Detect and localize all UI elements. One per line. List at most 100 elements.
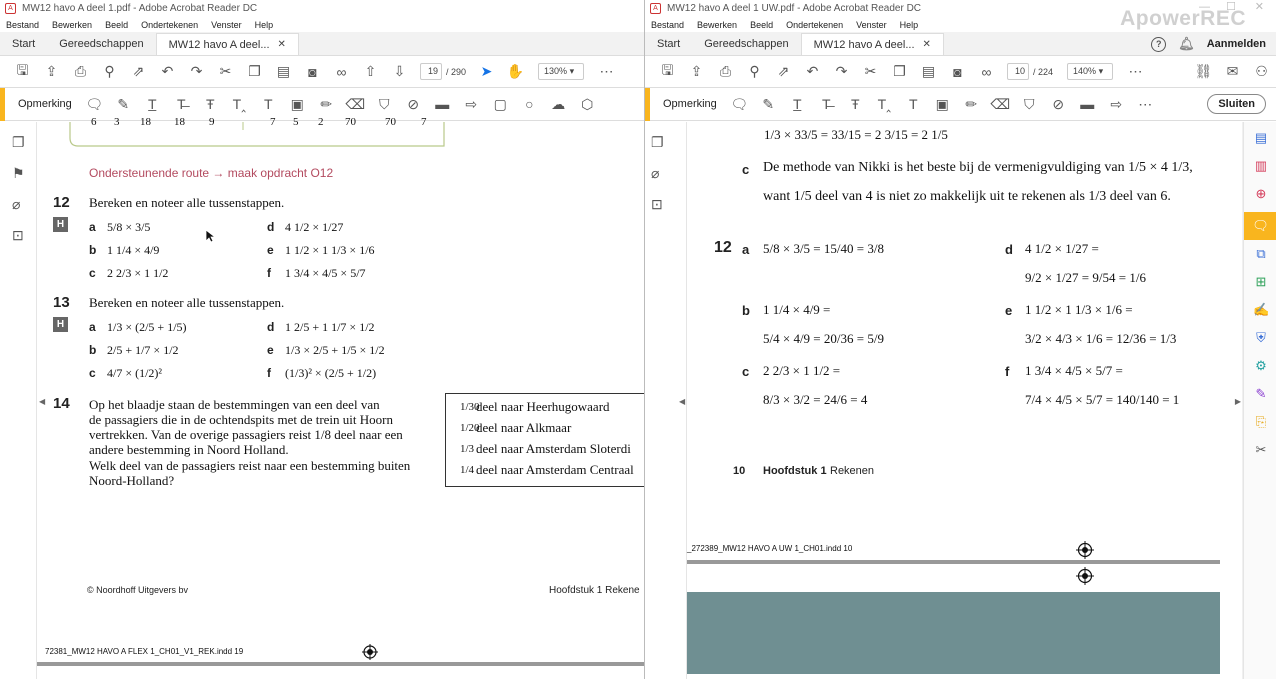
zoom-select[interactable]: 140% ▾: [1067, 63, 1114, 80]
tab-tools[interactable]: Gereedschappen: [47, 33, 155, 55]
menu-ondertekenen[interactable]: Ondertekenen: [786, 20, 843, 30]
polygon-icon[interactable]: ⬡: [573, 96, 602, 113]
binoculars-icon[interactable]: ∞: [972, 64, 1001, 80]
menu-help[interactable]: Help: [900, 20, 919, 30]
next-page-arrow[interactable]: ▶: [1235, 397, 1241, 406]
support-route-link[interactable]: Ondersteunende route → maak opdracht O12: [89, 166, 333, 180]
menu-bewerken[interactable]: Bewerken: [52, 20, 92, 30]
arrow-icon[interactable]: ⇨: [457, 96, 486, 113]
stamp-icon[interactable]: ⛉: [370, 96, 399, 113]
text-underline-icon[interactable]: T̲: [783, 96, 812, 112]
page-thumbnails-icon[interactable]: ❐: [12, 134, 25, 151]
line-icon[interactable]: ▬: [428, 96, 457, 112]
text-box-icon[interactable]: ▣: [283, 96, 312, 113]
insert-text-icon[interactable]: T‸: [225, 96, 254, 113]
combine-files-icon[interactable]: ⧉: [1253, 246, 1269, 262]
snapshot-icon[interactable]: ◙: [943, 64, 972, 80]
edit-pdf-icon[interactable]: ⊕: [1253, 186, 1269, 202]
minimize-icon[interactable]: —: [1199, 1, 1210, 13]
highlight-icon[interactable]: ✎: [109, 96, 138, 113]
tab-start[interactable]: Start: [645, 33, 692, 55]
link-icon[interactable]: ⛓: [1189, 63, 1218, 80]
close-comment-button[interactable]: Sluiten: [1207, 94, 1266, 114]
arrow-icon[interactable]: ⇨: [1102, 96, 1131, 113]
attach-icon[interactable]: ⊘: [399, 96, 428, 113]
select-cursor-icon[interactable]: ➤: [472, 63, 501, 80]
strikethrough-icon[interactable]: T̶: [167, 96, 196, 112]
oval-icon[interactable]: ○: [515, 96, 544, 112]
pencil-icon[interactable]: ✏: [312, 96, 341, 113]
more-icon[interactable]: ⋯: [1131, 96, 1160, 113]
tab-tools[interactable]: Gereedschappen: [692, 33, 800, 55]
create-pdf-icon[interactable]: ▥: [1253, 158, 1269, 174]
print-icon[interactable]: ⎙: [711, 63, 740, 80]
print-icon[interactable]: ⎙: [66, 63, 95, 80]
bookmark-icon[interactable]: ⚑: [12, 165, 25, 182]
optimize-icon[interactable]: ⚙: [1253, 358, 1269, 374]
page-up-icon[interactable]: ⇧: [356, 63, 385, 80]
page-number-input[interactable]: 19: [420, 63, 442, 80]
maximize-icon[interactable]: ☐: [1226, 0, 1236, 13]
email-icon[interactable]: ✉: [1218, 63, 1247, 80]
cut-icon[interactable]: ✂: [856, 63, 885, 80]
menu-venster[interactable]: Venster: [856, 20, 887, 30]
paste-icon[interactable]: ▤: [914, 63, 943, 80]
menu-ondertekenen[interactable]: Ondertekenen: [141, 20, 198, 30]
help-icon[interactable]: ?: [1151, 36, 1167, 52]
attachment-icon[interactable]: ⌀: [12, 196, 20, 213]
tab-document[interactable]: MW12 havo A deel... ✕: [155, 33, 299, 55]
add-text-icon[interactable]: T: [899, 96, 928, 112]
organize-pages-icon[interactable]: ⊞: [1253, 274, 1269, 290]
protect-shield-icon[interactable]: ⛨: [1253, 330, 1269, 346]
notifications-bell-icon[interactable]: 🔔︎: [1178, 36, 1195, 52]
send-sign-icon[interactable]: ✎: [1253, 386, 1269, 402]
fill-sign-icon[interactable]: ✍: [1253, 302, 1269, 318]
menu-bestand[interactable]: Bestand: [651, 20, 684, 30]
text-box-icon[interactable]: ▣: [928, 96, 957, 113]
search-icon[interactable]: ⚲: [95, 63, 124, 80]
user-add-icon[interactable]: ⚇: [1247, 63, 1276, 80]
sign-in-link[interactable]: Aanmelden: [1207, 38, 1266, 50]
more-icon[interactable]: ⋯: [1121, 63, 1150, 80]
line-icon[interactable]: ▬: [1073, 96, 1102, 112]
replace-text-icon[interactable]: Ŧ: [841, 96, 870, 112]
page-number-input[interactable]: 10: [1007, 63, 1029, 80]
security-lock-icon[interactable]: ⊡: [651, 196, 663, 213]
cut-icon[interactable]: ✂: [211, 63, 240, 80]
copy-icon[interactable]: ❐: [240, 63, 269, 80]
cloud-icon[interactable]: ☁: [544, 96, 573, 113]
insert-text-icon[interactable]: T‸: [870, 96, 899, 113]
menu-help[interactable]: Help: [255, 20, 274, 30]
menu-beeld[interactable]: Beeld: [105, 20, 128, 30]
upload-icon[interactable]: ⇪: [682, 63, 711, 80]
tab-document[interactable]: MW12 havo A deel... ✕: [800, 33, 944, 55]
eraser-icon[interactable]: ⌫: [986, 96, 1015, 113]
rectangle-icon[interactable]: ▢: [486, 96, 515, 113]
menu-venster[interactable]: Venster: [211, 20, 242, 30]
more-tools-icon[interactable]: ✂: [1253, 442, 1269, 458]
binoculars-icon[interactable]: ∞: [327, 64, 356, 80]
menu-bestand[interactable]: Bestand: [6, 20, 39, 30]
redo-icon[interactable]: ↷: [827, 63, 856, 80]
tab-start[interactable]: Start: [0, 33, 47, 55]
text-underline-icon[interactable]: T̲: [138, 96, 167, 112]
strikethrough-icon[interactable]: T̶: [812, 96, 841, 112]
pencil-icon[interactable]: ✏: [957, 96, 986, 113]
undo-icon[interactable]: ↶: [153, 63, 182, 80]
add-text-icon[interactable]: T: [254, 96, 283, 112]
undo-icon[interactable]: ↶: [798, 63, 827, 80]
sticky-note-icon[interactable]: 🗨: [725, 96, 754, 113]
search-icon[interactable]: ⚲: [740, 63, 769, 80]
upload-icon[interactable]: ⇪: [37, 63, 66, 80]
menu-bewerken[interactable]: Bewerken: [697, 20, 737, 30]
share-icon[interactable]: ⇗: [124, 63, 153, 80]
save-icon[interactable]: 🖫: [8, 60, 37, 84]
security-lock-icon[interactable]: ⊡: [12, 227, 24, 244]
more-icon[interactable]: ⋯: [592, 63, 621, 80]
save-icon[interactable]: 🖫: [653, 60, 682, 84]
replace-text-icon[interactable]: Ŧ: [196, 96, 225, 112]
zoom-select[interactable]: 130% ▾: [538, 63, 585, 80]
highlight-icon[interactable]: ✎: [754, 96, 783, 113]
comment-tool-icon[interactable]: 🗨: [1244, 212, 1276, 240]
close-tab-icon[interactable]: ✕: [923, 39, 931, 50]
